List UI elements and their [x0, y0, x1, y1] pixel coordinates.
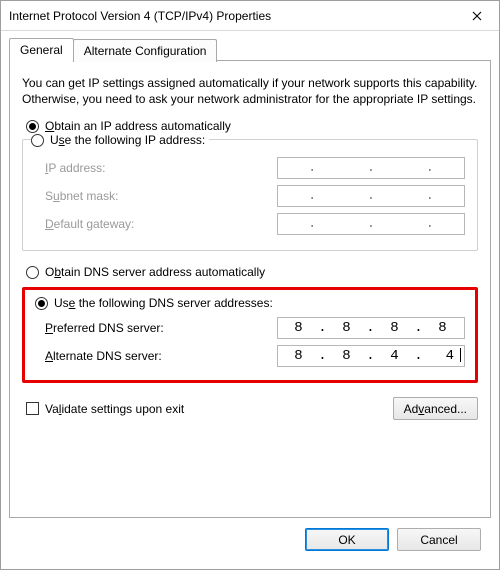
label-subnet-mask: Subnet mask:	[35, 189, 277, 203]
radio-icon	[31, 134, 44, 147]
checkbox-validate[interactable]	[26, 402, 39, 415]
radio-ip-manual-label: Use the following IP address:	[50, 133, 205, 147]
radio-ip-auto[interactable]: Obtain an IP address automatically	[26, 119, 478, 133]
ip-fields: IP address: . . . Subnet mask: . . . Def…	[35, 154, 465, 238]
text-caret	[460, 348, 461, 362]
radio-icon	[26, 120, 39, 133]
radio-dns-manual-label: Use the following DNS server addresses:	[54, 296, 273, 310]
input-default-gateway[interactable]: . . .	[277, 213, 465, 235]
input-subnet-mask[interactable]: . . .	[277, 185, 465, 207]
tab-general-body: You can get IP settings assigned automat…	[9, 60, 491, 518]
label-default-gateway: Default gateway:	[35, 217, 277, 231]
tab-alternate[interactable]: Alternate Configuration	[73, 39, 218, 62]
cancel-button[interactable]: Cancel	[397, 528, 481, 551]
radio-dns-manual[interactable]: Use the following DNS server addresses:	[35, 296, 465, 310]
label-ip-address: IP address:	[35, 161, 277, 175]
titlebar: Internet Protocol Version 4 (TCP/IPv4) P…	[1, 1, 499, 31]
radio-dns-auto-label: Obtain DNS server address automatically	[45, 265, 265, 279]
intro-text: You can get IP settings assigned automat…	[22, 75, 478, 107]
highlight-dns-manual: Use the following DNS server addresses: …	[22, 287, 478, 383]
bottom-row: Validate settings upon exit Advanced...	[22, 397, 478, 420]
tab-general-label: General	[20, 43, 63, 57]
radio-ip-manual[interactable]: Use the following IP address:	[31, 133, 209, 147]
input-preferred-dns[interactable]: 8. 8. 8. 8	[277, 317, 465, 339]
ok-button[interactable]: OK	[305, 528, 389, 551]
checkbox-validate-label: Validate settings upon exit	[45, 402, 184, 416]
radio-icon	[35, 297, 48, 310]
dialog-buttons: OK Cancel	[9, 518, 491, 561]
radio-ip-auto-label: Obtain an IP address automatically	[45, 119, 231, 133]
radio-dns-auto[interactable]: Obtain DNS server address automatically	[26, 265, 478, 279]
tab-general[interactable]: General	[9, 38, 74, 61]
group-ip: Use the following IP address: IP address…	[22, 139, 478, 251]
label-alternate-dns: Alternate DNS server:	[35, 349, 277, 363]
dialog-window: Internet Protocol Version 4 (TCP/IPv4) P…	[0, 0, 500, 570]
dns-fields: Preferred DNS server: 8. 8. 8. 8 Alterna…	[35, 314, 465, 370]
close-button[interactable]	[454, 1, 499, 31]
window-title: Internet Protocol Version 4 (TCP/IPv4) P…	[1, 9, 454, 23]
advanced-button[interactable]: Advanced...	[393, 397, 478, 420]
content-area: General Alternate Configuration You can …	[1, 31, 499, 569]
tab-alternate-label: Alternate Configuration	[84, 44, 207, 58]
close-icon	[472, 11, 482, 21]
input-alternate-dns[interactable]: 8. 8. 4. 4	[277, 345, 465, 367]
label-preferred-dns: Preferred DNS server:	[35, 321, 277, 335]
tab-strip: General Alternate Configuration	[9, 38, 491, 61]
input-ip-address[interactable]: . . .	[277, 157, 465, 179]
radio-icon	[26, 266, 39, 279]
